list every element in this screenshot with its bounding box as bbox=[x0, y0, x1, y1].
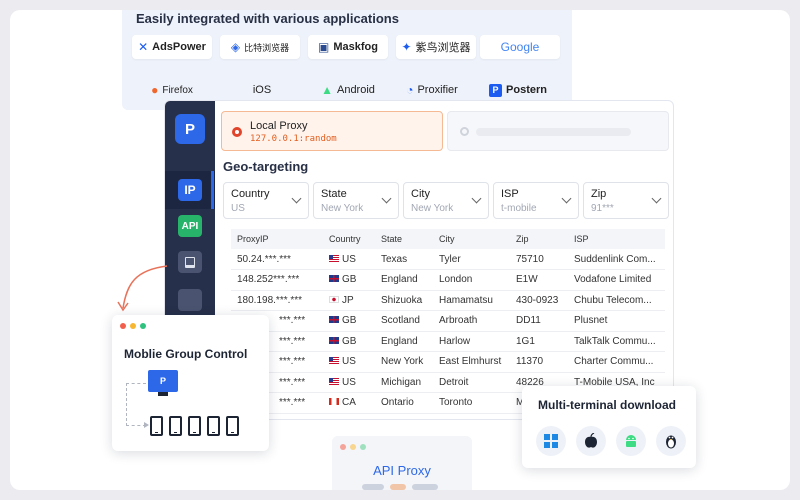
col-header: Country bbox=[323, 229, 375, 249]
proxy-placeholder-card[interactable] bbox=[447, 111, 669, 151]
phone-group bbox=[150, 416, 239, 436]
phone-icon bbox=[169, 416, 182, 436]
sidebar-item-ip[interactable]: IP bbox=[178, 179, 202, 201]
table-row[interactable]: 50.24.***.*** US Texas Tyler 75710 Sudde… bbox=[231, 249, 665, 270]
us-flag-icon bbox=[329, 254, 339, 262]
jp-flag-icon bbox=[329, 295, 339, 303]
linux-icon[interactable] bbox=[656, 426, 686, 456]
chevron-down-icon bbox=[381, 193, 392, 204]
filter-state[interactable]: State New York bbox=[313, 182, 399, 219]
monitor-icon: P bbox=[148, 370, 178, 392]
geo-targeting-title: Geo-targeting bbox=[223, 159, 309, 174]
ziniao-icon: ✦ bbox=[401, 40, 412, 54]
bitbrowser-icon: ◈ bbox=[230, 40, 241, 54]
gb-flag-icon bbox=[329, 275, 339, 283]
chevron-down-icon bbox=[651, 193, 662, 204]
table-row[interactable]: ***.*** GB Scotland Arbroath DD11 Plusne… bbox=[231, 310, 665, 332]
multi-terminal-card: Multi-terminal download bbox=[522, 386, 696, 468]
maximize-dot-icon bbox=[360, 444, 366, 450]
connector-line bbox=[126, 383, 146, 426]
google-icon: Google bbox=[500, 40, 540, 54]
phone-icon bbox=[226, 416, 239, 436]
table-row[interactable]: ***.*** US New York East Elmhurst 11370 … bbox=[231, 351, 665, 373]
gb-flag-icon bbox=[329, 316, 339, 324]
table-row[interactable]: 180.198.***.*** JP Shizuoka Hamamatsu 43… bbox=[231, 290, 665, 311]
app-bitbrowser[interactable]: ◈ 比特浏览器 bbox=[220, 35, 300, 59]
col-header: ISP bbox=[568, 229, 665, 249]
multi-terminal-title: Multi-terminal download bbox=[538, 398, 676, 412]
col-header: ProxyIP bbox=[231, 229, 323, 249]
sidebar-item-api[interactable]: API bbox=[178, 215, 202, 237]
chevron-down-icon bbox=[561, 193, 572, 204]
app-proxifier[interactable]: ◔ Proxifier bbox=[392, 78, 472, 102]
col-header: City bbox=[433, 229, 510, 249]
mobile-group-control-card: Moblie Group Control P bbox=[112, 315, 269, 451]
adspower-icon: ✕ bbox=[138, 40, 149, 54]
app-android[interactable]: ▲ Android bbox=[308, 78, 388, 102]
local-proxy-address: 127.0.0.1:random bbox=[250, 134, 337, 144]
table-header-row: ProxyIP Country State City Zip ISP bbox=[231, 229, 665, 249]
close-dot-icon[interactable] bbox=[120, 323, 126, 329]
close-dot-icon bbox=[340, 444, 346, 450]
radio-icon bbox=[460, 127, 469, 136]
us-flag-icon bbox=[329, 357, 339, 365]
ca-flag-icon bbox=[329, 398, 339, 406]
proxifier-icon: ◔ bbox=[406, 83, 414, 97]
local-proxy-title: Local Proxy bbox=[250, 120, 308, 132]
windows-icon[interactable] bbox=[536, 426, 566, 456]
postern-icon: P bbox=[489, 83, 503, 97]
maskfog-icon: ▣ bbox=[318, 40, 330, 54]
phone-icon bbox=[207, 416, 220, 436]
filter-city[interactable]: City New York bbox=[403, 182, 489, 219]
app-firefox[interactable]: ● Firefox bbox=[132, 78, 212, 102]
phone-icon bbox=[188, 416, 201, 436]
sidebar-item-device[interactable] bbox=[178, 251, 202, 273]
api-proxy-title: API Proxy bbox=[373, 463, 431, 478]
app-ziniao[interactable]: ✦ 紫鸟浏览器 bbox=[396, 35, 476, 59]
app-logo-icon: P bbox=[175, 114, 205, 144]
chevron-down-icon bbox=[291, 193, 302, 204]
android-icon[interactable] bbox=[616, 426, 646, 456]
col-header: Zip bbox=[510, 229, 568, 249]
chevron-down-icon bbox=[471, 193, 482, 204]
android-icon: ▲ bbox=[321, 83, 333, 97]
nav-active-indicator bbox=[211, 171, 214, 209]
app-postern[interactable]: P Postern bbox=[478, 78, 558, 102]
curved-arrow-icon bbox=[117, 265, 168, 312]
app-ios[interactable]: iOS bbox=[220, 78, 300, 102]
filter-country[interactable]: Country US bbox=[223, 182, 309, 219]
window-controls bbox=[340, 444, 366, 450]
mobile-group-title: Moblie Group Control bbox=[124, 347, 248, 361]
us-flag-icon bbox=[329, 377, 339, 385]
window-controls bbox=[120, 323, 146, 329]
apple-icon[interactable] bbox=[576, 426, 606, 456]
app-maskfog[interactable]: ▣ Maskfog bbox=[308, 35, 388, 59]
firefox-icon: ● bbox=[151, 83, 159, 97]
promo-card: Easily integrated with various applicati… bbox=[10, 10, 790, 490]
gb-flag-icon bbox=[329, 336, 339, 344]
filter-zip[interactable]: Zip 91*** bbox=[583, 182, 669, 219]
table-row[interactable]: 148.252***.*** GB England London E1W Vod… bbox=[231, 269, 665, 291]
maximize-dot-icon[interactable] bbox=[140, 323, 146, 329]
filter-isp[interactable]: ISP t-mobile bbox=[493, 182, 579, 219]
app-adspower[interactable]: ✕ AdsPower bbox=[132, 35, 212, 59]
minimize-dot-icon bbox=[350, 444, 356, 450]
col-header: State bbox=[375, 229, 433, 249]
sidebar-item-more[interactable] bbox=[178, 289, 202, 311]
integrations-title: Easily integrated with various applicati… bbox=[136, 11, 399, 26]
api-proxy-card: API Proxy bbox=[332, 436, 472, 490]
phone-icon bbox=[150, 416, 163, 436]
minimize-dot-icon[interactable] bbox=[130, 323, 136, 329]
device-icon bbox=[185, 256, 195, 268]
table-row[interactable]: ***.*** GB England Harlow 1G1 TalkTalk C… bbox=[231, 331, 665, 352]
record-icon bbox=[232, 127, 242, 137]
local-proxy-card[interactable]: Local Proxy 127.0.0.1:random bbox=[221, 111, 443, 151]
app-google[interactable]: Google bbox=[480, 35, 560, 59]
integrations-panel: Easily integrated with various applicati… bbox=[122, 10, 572, 110]
